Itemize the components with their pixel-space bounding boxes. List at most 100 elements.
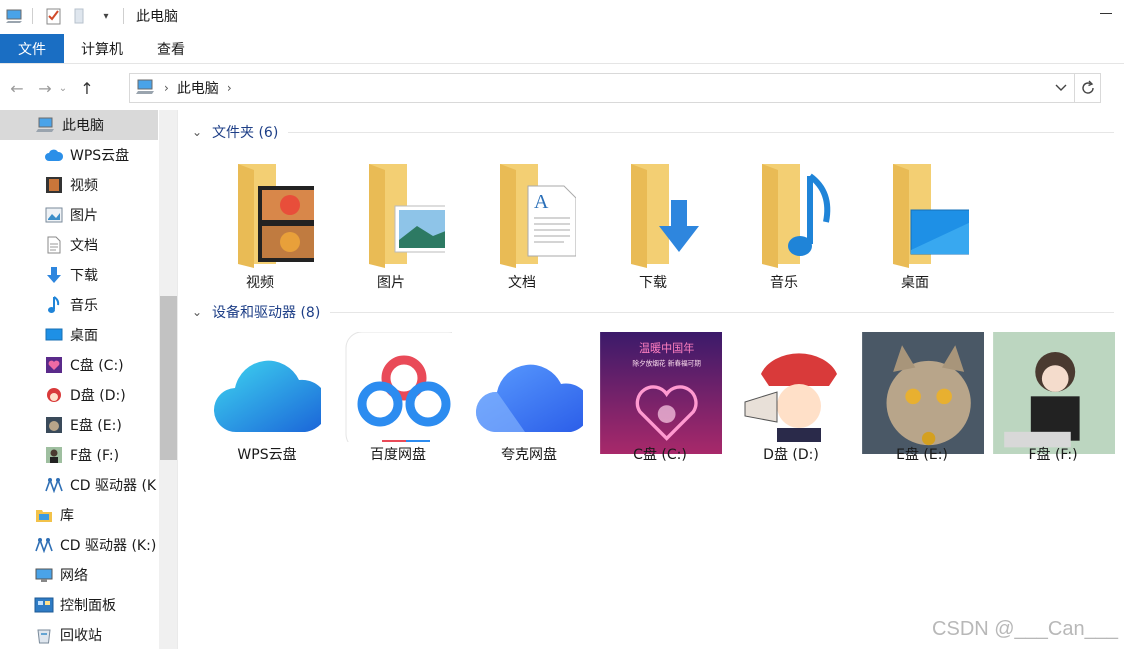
new-folder-icon[interactable] [69,5,91,27]
sidebar-item-label: 视频 [70,178,98,194]
sidebar-item-library[interactable]: 库 [0,500,158,530]
download-icon [44,265,64,285]
chevron-right-icon[interactable]: › [164,81,169,95]
tile-label: C盘 (C:) [633,447,687,463]
chevron-down-icon[interactable]: ⌄ [192,125,206,139]
cd-drive-icon [44,475,64,495]
wps-cloud-icon [214,360,321,433]
properties-icon[interactable] [43,5,65,27]
sidebar-item-label: 桌面 [70,328,98,344]
sidebar-item-this-pc[interactable]: 此电脑 [0,110,158,140]
folder-tile-music[interactable]: 音乐 [722,160,846,310]
music-icon [44,295,64,315]
tab-computer[interactable]: 计算机 [64,34,140,63]
drive-d-icon [44,385,64,405]
video-folder-icon [238,164,314,268]
desktop-icon [44,325,64,345]
group-header-devices[interactable]: ⌄ 设备和驱动器 (8) [192,301,1114,323]
sidebar-item-desktop[interactable]: 桌面 [0,320,158,350]
sidebar-item-label: 库 [60,508,74,524]
drive-d-icon [744,346,841,442]
refresh-icon [1081,80,1094,94]
network-icon [34,565,54,585]
sidebar-item-pictures[interactable]: 图片 [0,200,158,230]
group-title: 文件夹 (6) [212,125,279,141]
window-title: 此电脑 [136,9,178,25]
tile-label: 图片 [377,275,405,291]
breadcrumb[interactable]: 此电脑 [177,78,219,98]
folder-tile-downloads[interactable]: 下载 [591,160,715,310]
chevron-down-icon[interactable]: ⌄ [192,305,206,319]
tile-label: 视频 [246,275,274,291]
device-tile-quark-netdisk[interactable]: 夸克网盘 [467,332,591,482]
device-tile-drive-d[interactable]: D盘 (D:) [729,332,853,482]
sidebar-item-video[interactable]: 视频 [0,170,158,200]
sidebar-item-documents[interactable]: 文档 [0,230,158,260]
up-arrow-icon[interactable]: ↑ [76,76,98,100]
sidebar-item-drive-e[interactable]: E盘 (E:) [0,410,158,440]
sidebar-item-label: 网络 [60,568,88,584]
group-header-folders[interactable]: ⌄ 文件夹 (6) [192,121,1114,143]
group-divider [288,131,1114,133]
folder-tile-pictures[interactable]: 图片 [329,160,453,310]
sidebar-item-label: CD 驱动器 (K [70,478,157,494]
drive-f-icon [44,445,64,465]
recent-dropdown-icon[interactable]: ⌄ [56,76,70,100]
sidebar-item-drive-c[interactable]: C盘 (C:) [0,350,158,380]
sidebar-item-drive-f[interactable]: F盘 (F:) [0,440,158,470]
folder-tile-desktop[interactable]: 桌面 [853,160,977,310]
sidebar-item-label: 此电脑 [62,118,104,134]
device-tile-baidu-netdisk[interactable]: 百度网盘 [336,332,460,482]
chevron-down-icon[interactable] [1054,80,1068,94]
baidu-netdisk-icon [345,332,452,442]
document-icon [44,235,64,255]
drive-f-icon [993,332,1115,454]
ribbon-tabs: 文件 计算机 查看 [0,34,1124,64]
tab-file[interactable]: 文件 [0,34,64,63]
tile-label: 夸克网盘 [501,447,557,463]
image-caption: 温暖中国年 [639,341,694,355]
folder-tile-documents[interactable]: A 文档 [460,160,584,310]
device-tile-drive-f[interactable]: F盘 (F:) [991,332,1115,482]
computer-icon[interactable] [4,5,26,27]
tile-label: 下载 [639,275,667,291]
watermark: CSDN @___Can___ [932,618,1118,640]
quark-netdisk-icon [475,364,583,432]
toolbar-divider [123,8,124,24]
sidebar-item-label: 回收站 [60,628,102,644]
tab-view[interactable]: 查看 [140,34,202,63]
sidebar-item-cd-drive-k[interactable]: CD 驱动器 (K:) [0,530,158,560]
content-pane: ⌄ 文件夹 (6) 视频 图片 A 文档 下载 音乐 桌面 ⌄ 设备和驱动器 (… [180,110,1124,649]
sidebar-item-control-panel[interactable]: 控制面板 [0,590,158,620]
control-panel-icon [34,595,54,615]
device-tile-drive-c[interactable]: 温暖中国年 除夕放烟花 新春福可期 C盘 (C:) [598,332,722,482]
tile-label: E盘 (E:) [896,447,948,463]
back-arrow-icon[interactable]: ← [6,76,28,100]
forward-arrow-icon[interactable]: → [34,76,56,100]
sidebar-item-wps-cloud[interactable]: WPS云盘 [0,140,158,170]
sidebar-item-cd-drive[interactable]: CD 驱动器 (K [0,470,158,500]
sidebar-item-downloads[interactable]: 下载 [0,260,158,290]
sidebar-item-recycle-bin[interactable]: 回收站 [0,620,158,649]
sidebar-item-label: 下载 [70,268,98,284]
minimize-button[interactable] [1100,8,1114,18]
tile-label: F盘 (F:) [1028,447,1078,463]
sidebar-scrollbar-thumb[interactable] [160,296,177,460]
sidebar-item-label: C盘 (C:) [70,358,124,374]
tile-label: 百度网盘 [370,447,426,463]
tile-label: 桌面 [901,275,929,291]
address-bar[interactable]: › 此电脑 › [129,73,1075,103]
sidebar-item-music[interactable]: 音乐 [0,290,158,320]
sidebar-item-network[interactable]: 网络 [0,560,158,590]
svg-text:A: A [534,191,549,213]
toolbar-divider [32,8,33,24]
drive-e-icon [862,332,984,454]
tile-label: 文档 [508,275,536,291]
quick-access-dropdown-icon[interactable]: ▾ [95,5,117,27]
folder-tile-video[interactable]: 视频 [198,160,322,310]
chevron-right-icon[interactable]: › [227,81,232,95]
device-tile-wps-cloud[interactable]: WPS云盘 [205,332,329,482]
device-tile-drive-e[interactable]: E盘 (E:) [860,332,984,482]
sidebar-item-drive-d[interactable]: D盘 (D:) [0,380,158,410]
refresh-button[interactable] [1075,73,1101,103]
